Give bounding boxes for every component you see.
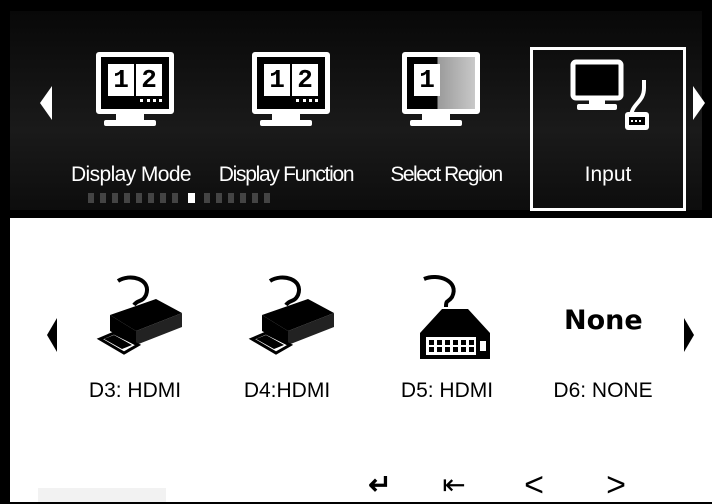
menu-item-select-region[interactable]: 1 Select Region: [366, 47, 526, 197]
monitor-num-1: 1: [108, 64, 134, 96]
input-right-arrow[interactable]: [684, 318, 694, 352]
monitor-dots: [140, 99, 162, 106]
input-option-d6[interactable]: None D6: NONE: [538, 273, 668, 443]
menu-item-display-function[interactable]: 1 2 Display Function: [206, 47, 366, 197]
exit-button[interactable]: ⇤: [436, 468, 472, 502]
computer-input-icon: [570, 59, 649, 130]
monitor-num-2: 2: [292, 64, 318, 96]
menu-item-display-mode[interactable]: 1 2 Display Mode: [56, 47, 206, 197]
dvi-connector-icon: [420, 275, 490, 359]
monitor-num-2: 2: [136, 64, 162, 96]
none-text: None: [564, 305, 643, 336]
input-left-arrow[interactable]: [47, 318, 57, 352]
menu-left-arrow[interactable]: [40, 86, 52, 120]
menu-label-select-region: Select Region: [390, 163, 503, 186]
input-option-d5[interactable]: D5: HDMI: [382, 273, 512, 443]
input-label-d6: D6: NONE: [553, 379, 653, 402]
input-option-d4[interactable]: D4:HDMI: [222, 273, 352, 443]
input-panel: D3: HDMI D4:HDMI D5: HDMI None D6: NONE …: [10, 218, 712, 502]
menu-label-display-function: Display Function: [218, 163, 355, 186]
monitor-dots: [296, 99, 318, 106]
hdmi-connector-icon: [248, 275, 334, 355]
enter-button[interactable]: ↵: [362, 468, 398, 502]
hdmi-connector-icon: [96, 275, 182, 355]
blur-patch: [38, 488, 166, 502]
monitor-num-1: 1: [264, 64, 290, 96]
menu-page-indicator: [88, 193, 288, 205]
menu-label-input: Input: [584, 163, 632, 186]
menu-item-input[interactable]: Input: [530, 47, 686, 211]
menu-right-arrow[interactable]: [693, 86, 705, 120]
osd-frame: 1 2 Display Mode 1 2 Display Function 1: [0, 0, 712, 502]
input-label-d3: D3: HDMI: [88, 379, 182, 402]
menu-label-display-mode: Display Mode: [70, 163, 192, 186]
monitor-num-1: 1: [414, 64, 440, 96]
next-button[interactable]: >: [598, 468, 634, 502]
control-buttons: ↵ ⇤ < >: [362, 468, 662, 502]
input-label-d4: D4:HDMI: [243, 379, 331, 402]
prev-button[interactable]: <: [516, 468, 552, 502]
input-option-d3[interactable]: D3: HDMI: [70, 273, 200, 443]
input-label-d5: D5: HDMI: [400, 379, 494, 402]
top-menu: 1 2 Display Mode 1 2 Display Function 1: [10, 11, 705, 211]
